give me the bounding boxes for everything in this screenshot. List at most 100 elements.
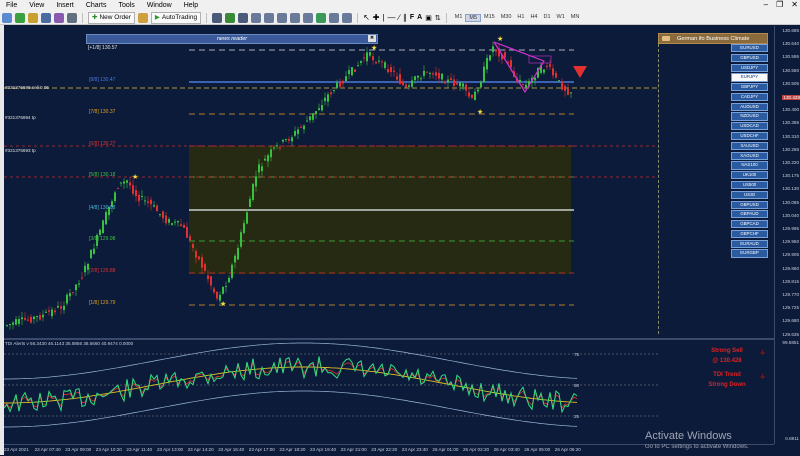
symbol-button-cadjpy[interactable]: CADJPY [731, 92, 768, 102]
cursor-icon[interactable]: ↖ [363, 13, 370, 22]
symbol-button-eurgbp[interactable]: EURGBP [731, 249, 768, 258]
symbol-button-gbpusd[interactable]: GBPUSD [731, 53, 768, 62]
restore-icon[interactable]: ❐ [776, 0, 783, 11]
menu-help[interactable]: Help [178, 0, 204, 11]
news-icon [662, 36, 670, 41]
tile-windows-icon[interactable] [277, 12, 288, 23]
order-label[interactable]: #321376698 sell 0.05 [5, 85, 49, 90]
bar-chart-icon[interactable] [212, 12, 223, 23]
symbol-button-eurjpy[interactable]: EURJPY [731, 73, 768, 82]
symbol-button-usdcad[interactable]: USDCAD [731, 122, 768, 131]
candle-body [348, 70, 350, 75]
news-reader-close-button[interactable]: ✖ [368, 35, 376, 42]
zoom-out-icon[interactable] [264, 12, 275, 23]
metaeditor-icon[interactable] [137, 12, 148, 23]
market-watch-icon[interactable] [28, 12, 38, 23]
time-tick: 23 Apr 17:00 [248, 447, 275, 452]
menu-insert[interactable]: Insert [50, 0, 80, 11]
symbol-button-audusd[interactable]: AUDUSD [731, 102, 768, 111]
symbol-button-gbpaud[interactable]: GBPAUD [731, 210, 768, 219]
news-reader-bar[interactable]: news reader ✖ [86, 34, 378, 44]
timeframe-m5[interactable]: M5 [465, 13, 482, 22]
candle-body [252, 183, 254, 200]
time-tick: 23 Apr 13:00 [157, 447, 184, 452]
profiles-icon[interactable] [15, 12, 25, 23]
text-icon[interactable]: A [417, 14, 422, 21]
indicators-icon[interactable] [316, 12, 327, 23]
order-label[interactable]: #321376693 tp [5, 148, 36, 153]
menu-file[interactable]: File [0, 0, 23, 11]
symbol-button-gbpjpy[interactable]: GBPJPY [731, 83, 768, 92]
symbol-button-xauusd[interactable]: XAUUSD [731, 141, 768, 150]
tdi-indicator[interactable]: 75 50 25 [4, 340, 774, 444]
candlestick-icon[interactable] [225, 12, 236, 23]
timeframe-mn[interactable]: MN [568, 14, 583, 22]
timeframe-h4[interactable]: H4 [527, 14, 540, 22]
label-icon[interactable]: ▣ [425, 14, 432, 22]
timeframe-h1[interactable]: H1 [514, 14, 527, 22]
templates-icon[interactable] [342, 12, 353, 23]
symbol-button-usdjpy[interactable]: USDJPY [731, 63, 768, 72]
symbol-button-gbpusd[interactable]: GBPUSD [731, 200, 768, 209]
crosshair-icon[interactable]: ✚ [373, 13, 380, 22]
horizontal-line-icon[interactable]: — [388, 13, 396, 22]
candle-body [477, 89, 479, 92]
data-window-icon[interactable] [41, 12, 51, 23]
chart-shift-icon[interactable] [290, 12, 301, 23]
symbol-button-gbpchf[interactable]: GBPCHF [731, 229, 768, 239]
timeframe-w1[interactable]: W1 [554, 14, 568, 22]
candle-body [360, 60, 362, 63]
close-icon[interactable]: ✕ [791, 0, 798, 11]
trendline-icon[interactable]: ∕ [399, 13, 400, 22]
timeframe-d1[interactable]: D1 [540, 14, 553, 22]
new-order-button[interactable]: ✚ New Order [88, 11, 135, 24]
candle-body [471, 94, 473, 98]
minimize-icon[interactable]: – [764, 0, 768, 11]
channel-icon[interactable]: ∥ [403, 13, 407, 22]
menu-view[interactable]: View [23, 0, 50, 11]
symbol-button-nas100[interactable]: NAS100 [731, 161, 768, 170]
ifo-news-panel[interactable]: German ifo Business Climate [658, 33, 768, 44]
candle-body [336, 82, 338, 89]
symbol-button-uk100[interactable]: UK100 [731, 171, 768, 180]
navigator-icon[interactable] [54, 12, 64, 23]
price-tick: 130.400 [782, 107, 799, 113]
symbol-button-euraud[interactable]: EURAUD [731, 239, 768, 248]
line-chart-icon[interactable] [238, 12, 249, 23]
window-controls: – ❐ ✕ [764, 0, 798, 11]
candle-body [324, 97, 326, 102]
symbol-button-gbpcad[interactable]: GBPCAD [731, 220, 768, 229]
symbol-button-nzdusd[interactable]: NZDUSD [731, 112, 768, 121]
autoscroll-icon[interactable] [303, 12, 314, 23]
symbol-button-usdchf[interactable]: USDCHF [731, 132, 768, 141]
timeframe-m1[interactable]: M1 [452, 14, 466, 22]
timeframe-m30[interactable]: M30 [498, 14, 515, 22]
symbol-button-xagusd[interactable]: XAGUSD [731, 151, 768, 160]
new-chart-icon[interactable] [2, 12, 12, 23]
pane-separator[interactable] [4, 338, 774, 340]
zoom-in-icon[interactable] [251, 12, 262, 23]
symbol-button-eurusd[interactable]: EURUSD [731, 44, 768, 53]
timeframe-m15[interactable]: M15 [481, 14, 498, 22]
vertical-line-icon[interactable]: | [382, 13, 384, 22]
menu-tools[interactable]: Tools [112, 0, 140, 11]
order-label[interactable]: #321376694 tp [5, 115, 36, 120]
menu-window[interactable]: Window [141, 0, 178, 11]
price-axis[interactable]: 130.685 130.640 130.595 130.550 130.505 130.4… [774, 26, 800, 444]
candle-body [546, 65, 548, 67]
menu-charts[interactable]: Charts [80, 0, 113, 11]
symbol-button-us30[interactable]: US30 [731, 190, 768, 199]
candle-body [141, 195, 143, 197]
candle-body [15, 319, 17, 325]
candle-body [435, 72, 437, 76]
candle-body [39, 315, 41, 320]
terminal-icon[interactable] [67, 12, 77, 23]
periods-icon[interactable] [329, 12, 340, 23]
candle-body [159, 214, 161, 216]
arrows-icon[interactable]: ⇅ [435, 14, 441, 22]
autotrading-button[interactable]: ▶ AutoTrading [150, 11, 202, 24]
time-tick: 23 Apr 15:40 [218, 447, 245, 452]
symbol-button-us500[interactable]: US500 [731, 180, 768, 190]
fib-level-label: [5/8] 130.18 [89, 172, 115, 178]
fibonacci-icon[interactable]: F [410, 14, 414, 21]
